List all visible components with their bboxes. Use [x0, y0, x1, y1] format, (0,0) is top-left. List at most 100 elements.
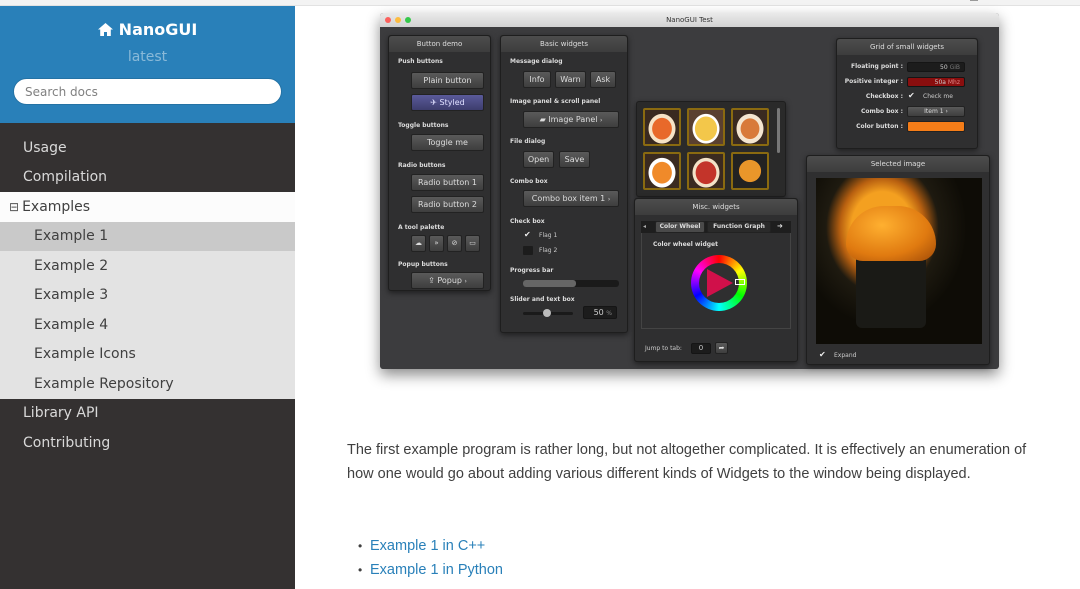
warn-button[interactable]: Warn — [555, 71, 586, 88]
info-button[interactable]: Info — [523, 71, 551, 88]
image-panel-button[interactable]: ▰ Image Panel › — [523, 111, 619, 128]
toggle-buttons-label: Toggle buttons — [398, 122, 449, 129]
inbox-icon[interactable]: ▭ — [465, 235, 480, 252]
scrollbar[interactable] — [777, 108, 780, 153]
link-example-1-python[interactable]: Example 1 in Python — [358, 558, 503, 582]
tab-color-wheel[interactable]: Color Wheel — [655, 221, 705, 233]
close-dot-icon — [385, 17, 391, 23]
image-panel-label: Image panel & scroll panel — [510, 98, 601, 105]
popup-buttons-label: Popup buttons — [398, 261, 448, 268]
jump-arrow-icon[interactable]: ➦ — [715, 342, 728, 354]
color-triangle[interactable] — [707, 269, 733, 297]
image-scroll-panel — [636, 101, 786, 197]
button-demo-panel: Button demo Push buttons Plain button ✈ … — [388, 35, 491, 291]
file-dialog-label: File dialog — [510, 138, 546, 145]
combo-box[interactable]: Combo box item 1 › — [523, 190, 619, 207]
styled-button-label: Styled — [439, 98, 465, 107]
tool-palette-label: A tool palette — [398, 224, 445, 231]
sushi-thumbnail[interactable] — [643, 108, 681, 146]
misc-widgets-title: Misc. widgets — [635, 199, 797, 215]
arrow-right-icon[interactable]: ➜ — [777, 222, 783, 230]
popup-button[interactable]: ⇪ Popup › — [411, 272, 484, 289]
cloud-icon[interactable]: ☁ — [411, 235, 426, 252]
open-button[interactable]: Open — [523, 151, 554, 168]
nav-subitem-example-2[interactable]: Example 2 — [0, 251, 295, 281]
sushi-thumbnail[interactable] — [643, 152, 681, 190]
fast-forward-icon[interactable]: » — [429, 235, 444, 252]
slider-knob[interactable] — [543, 309, 551, 317]
slider-label: Slider and text box — [510, 296, 575, 303]
project-link[interactable]: NanoGUI — [0, 20, 295, 39]
push-buttons-label: Push buttons — [398, 58, 443, 65]
toggle-button[interactable]: Toggle me — [411, 134, 484, 151]
combo-box-label: Combo box — [510, 178, 548, 185]
nanogui-screenshot: NanoGUI Test Button demo Push buttons Pl… — [380, 13, 999, 369]
combo-box-value: Combo box item 1 — [531, 194, 606, 203]
radio-button-2[interactable]: Radio button 2 — [411, 196, 484, 213]
checkmark-icon[interactable]: ✔ — [524, 230, 531, 239]
plain-button[interactable]: Plain button — [411, 72, 484, 89]
slider-value: 50 — [593, 308, 604, 317]
small-widgets-panel: Grid of small widgets Floating point : 5… — [836, 38, 978, 149]
styled-button[interactable]: ✈ Styled — [411, 94, 484, 111]
message-dialog-label: Message dialog — [510, 58, 563, 65]
sushi-thumbnail[interactable] — [687, 152, 725, 190]
collapse-icon[interactable]: ⊟ — [9, 200, 19, 214]
chevron-right-icon: › — [607, 196, 611, 203]
floating-point-field[interactable]: 50 GiB — [907, 62, 965, 72]
nav-item-examples[interactable]: ⊟ Examples — [0, 192, 295, 222]
sushi-thumbnail[interactable] — [731, 108, 769, 146]
grid-combo-box[interactable]: Item 1 › — [907, 106, 965, 117]
search-input[interactable]: Search docs — [13, 78, 282, 105]
positive-integer-field[interactable]: 50a Mhz — [907, 77, 965, 87]
color-wheel[interactable] — [691, 255, 747, 311]
rocket-icon: ✈ — [430, 98, 437, 107]
save-button[interactable]: Save — [559, 151, 590, 168]
small-widgets-title: Grid of small widgets — [837, 39, 977, 55]
nav-subitem-example-3[interactable]: Example 3 — [0, 280, 295, 310]
color-button[interactable] — [907, 121, 965, 132]
checkmark-icon[interactable]: ✔ — [908, 91, 915, 100]
sushi-thumbnail[interactable] — [731, 152, 769, 190]
chevron-right-icon: › — [945, 108, 948, 115]
checkmark-icon[interactable]: ✔ — [819, 350, 826, 359]
color-wheel-label: Color wheel widget — [653, 241, 718, 248]
nav-subitem-example-4[interactable]: Example 4 — [0, 310, 295, 340]
jump-to-tab-input[interactable]: 0 — [691, 343, 711, 354]
flag-1-label: Flag 1 — [539, 232, 558, 239]
compass-icon[interactable]: ⊘ — [447, 235, 462, 252]
sushi-thumbnail[interactable] — [687, 108, 725, 146]
maximize-dot-icon — [405, 17, 411, 23]
hue-selector[interactable] — [735, 279, 745, 285]
link-example-1-cpp[interactable]: Example 1 in C++ — [358, 534, 503, 558]
nav-subitem-example-1[interactable]: Example 1 — [0, 221, 295, 251]
window-titlebar: NanoGUI Test — [380, 13, 999, 27]
radio-button-1[interactable]: Radio button 1 — [411, 174, 484, 191]
grid-combo-value: Item 1 — [924, 108, 944, 115]
nav-subitem-example-icons[interactable]: Example Icons — [0, 339, 295, 369]
button-demo-title: Button demo — [389, 36, 490, 52]
check-me-label: Check me — [923, 93, 953, 100]
nav-item-compilation[interactable]: Compilation — [0, 163, 295, 193]
main-content: NanoGUI Test Button demo Push buttons Pl… — [295, 6, 1080, 589]
flag-2-label: Flag 2 — [539, 247, 558, 254]
ask-button[interactable]: Ask — [590, 71, 616, 88]
arrow-left-icon[interactable]: ◂ — [643, 223, 646, 230]
expand-label: Expand — [834, 352, 857, 359]
flag-2-checkbox[interactable] — [523, 246, 533, 255]
slider-textbox[interactable]: 50 % — [583, 306, 617, 319]
positive-integer-label: Positive integer : — [844, 78, 903, 85]
tab-function-graph[interactable]: Function Graph — [707, 221, 771, 233]
nav-menu: Usage Compilation ⊟ Examples Example 1 Ex… — [0, 133, 295, 458]
nav-item-library-api[interactable]: Library API — [0, 399, 295, 429]
nav-item-examples-label: Examples — [22, 198, 91, 215]
progress-bar-label: Progress bar — [510, 267, 554, 274]
floating-point-value: 50 — [940, 64, 948, 71]
sidebar-header: NanoGUI latest Search docs — [0, 6, 295, 123]
nav-item-contributing[interactable]: Contributing — [0, 428, 295, 458]
nav-subitem-example-repository[interactable]: Example Repository — [0, 369, 295, 399]
nav-item-usage[interactable]: Usage — [0, 133, 295, 163]
window-title: NanoGUI Test — [666, 16, 713, 24]
checkbox-label: Checkbox : — [865, 93, 903, 100]
popup-button-label: Popup — [437, 276, 462, 285]
